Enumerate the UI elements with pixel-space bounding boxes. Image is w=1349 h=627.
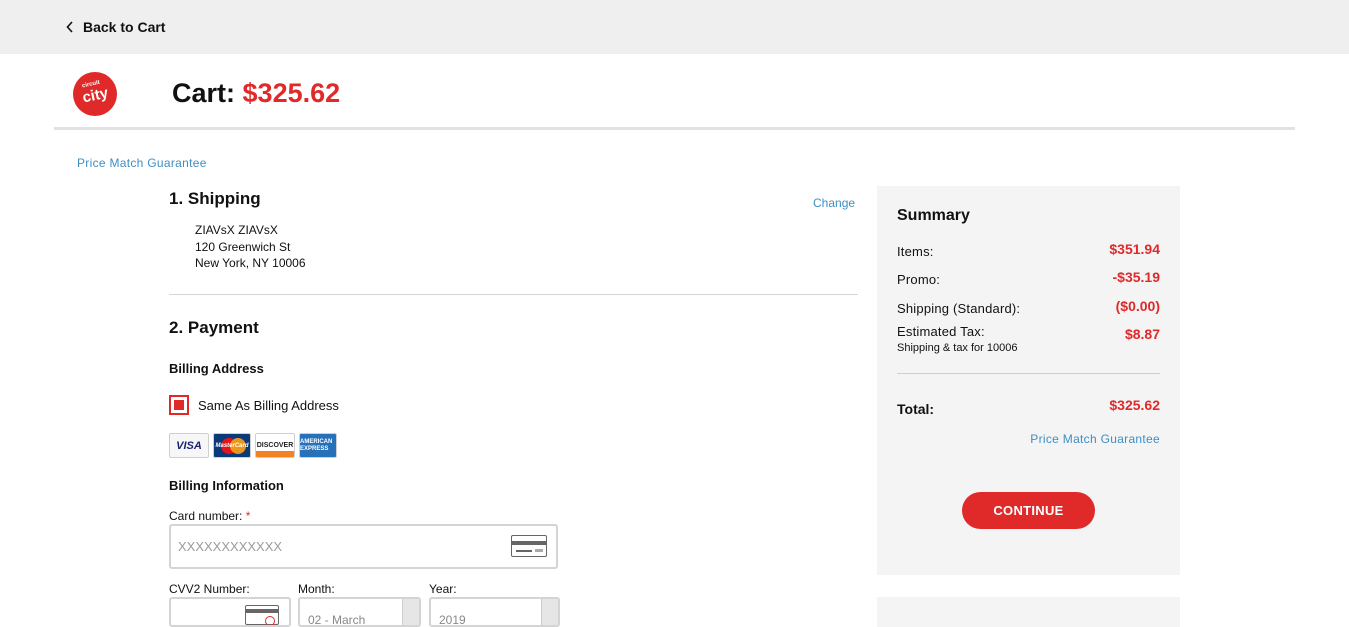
order-summary-panel: Summary Items: $351.94 Promo: -$35.19 Sh… (877, 186, 1180, 575)
checkbox-checked-mark (174, 400, 184, 410)
year-dropdown-arrow[interactable] (541, 599, 558, 625)
payment-title: 2. Payment (169, 318, 259, 337)
month-select[interactable]: 02 - March (298, 597, 421, 627)
month-dropdown-arrow[interactable] (402, 599, 419, 625)
cvv-card-icon (245, 605, 279, 625)
visa-icon: VISA (169, 433, 209, 458)
card-number-input[interactable] (178, 526, 498, 566)
address-city: New York, NY 10006 (195, 256, 306, 270)
tax-value: $8.87 (1124, 326, 1160, 342)
header-divider (54, 127, 1295, 130)
year-value: 2019 (439, 613, 466, 627)
amex-icon: AMERICAN EXPRESS (299, 433, 337, 458)
tax-note: Shipping & tax for 10006 (897, 342, 1018, 354)
card-number-label: Card number: * (169, 509, 251, 523)
billing-information-heading: Billing Information (169, 478, 284, 493)
shipping-label: Shipping (Standard): (897, 301, 1021, 316)
cart-total: $325.62 (242, 78, 341, 108)
promo-value: -$35.19 (1112, 269, 1160, 285)
price-match-link-top[interactable]: Price Match Guarantee (77, 156, 207, 170)
billing-address-heading: Billing Address (169, 361, 264, 376)
same-as-billing-label: Same As Billing Address (198, 398, 339, 413)
items-value: $351.94 (1109, 241, 1160, 257)
card-number-field[interactable] (169, 524, 558, 569)
total-value: $325.62 (1109, 397, 1160, 413)
cart-label: Cart: (172, 78, 236, 108)
accepted-cards: VISA MasterCard DISCOVER AMERICAN EXPRES… (169, 433, 337, 458)
summary-divider (897, 373, 1160, 374)
required-mark: * (245, 509, 251, 523)
month-value: 02 - March (308, 613, 366, 627)
circuit-city-logo[interactable]: city circuit (71, 70, 119, 117)
section-divider (169, 294, 858, 295)
total-label: Total: (897, 401, 935, 417)
year-label: Year: (429, 582, 457, 596)
month-label: Month: (298, 582, 335, 596)
address-name: ZIAVsX ZIAVsX (195, 223, 278, 237)
secondary-panel (877, 597, 1180, 627)
continue-button[interactable]: CONTINUE (962, 492, 1095, 529)
items-label: Items: (897, 244, 934, 259)
promo-label: Promo: (897, 272, 941, 287)
shipping-value: ($0.00) (1115, 298, 1160, 314)
tax-label: Estimated Tax: (897, 324, 985, 339)
shipping-title: 1. Shipping (169, 189, 261, 208)
price-match-link-summary[interactable]: Price Match Guarantee (1030, 432, 1160, 446)
year-select[interactable]: 2019 (429, 597, 560, 627)
change-shipping-link[interactable]: Change (813, 196, 855, 210)
mastercard-icon: MasterCard (213, 433, 251, 458)
summary-title: Summary (897, 207, 970, 224)
cvv-input[interactable] (169, 597, 291, 627)
same-as-billing-checkbox[interactable] (169, 395, 189, 415)
discover-icon: DISCOVER (255, 433, 295, 458)
address-street: 120 Greenwich St (195, 240, 291, 254)
chevron-left-icon (66, 21, 73, 33)
cvv-label: CVV2 Number: (169, 582, 250, 596)
back-to-cart-link[interactable]: Back to Cart (66, 19, 165, 35)
top-bar: Back to Cart (0, 0, 1349, 54)
back-to-cart-label: Back to Cart (83, 19, 166, 35)
credit-card-icon (511, 535, 547, 557)
cart-title: Cart: $325.62 (172, 78, 340, 109)
